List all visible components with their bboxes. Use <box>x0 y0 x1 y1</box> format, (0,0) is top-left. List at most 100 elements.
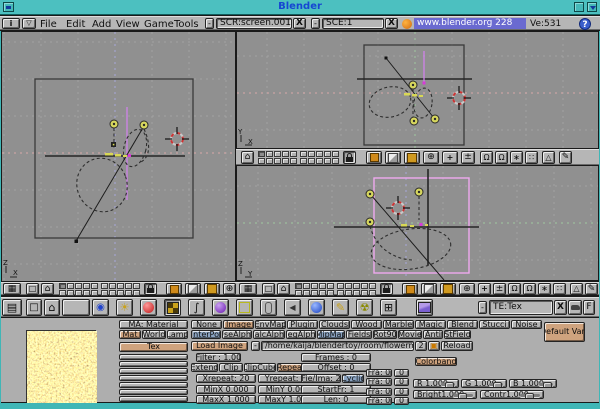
image-select-button[interactable] <box>416 299 433 316</box>
face-select-button[interactable]: △ <box>542 151 555 164</box>
script-buttons-tab[interactable]: ⊞ <box>380 299 397 316</box>
contr-slider[interactable]: Contr1.000 <box>480 390 544 399</box>
radiosity-buttons-tab[interactable]: ☢ <box>356 299 373 316</box>
draw-button[interactable]: ✎ <box>585 283 598 295</box>
textype-marble[interactable]: Marble <box>383 320 414 329</box>
realtime-buttons-tab[interactable] <box>308 299 325 316</box>
auto-name-button[interactable] <box>568 300 582 315</box>
titlebar[interactable]: Blender <box>0 0 600 15</box>
startfr-number[interactable]: StartFr: 1 <box>301 385 371 394</box>
drawtype-menu-button[interactable] <box>185 283 201 295</box>
scene-name-field[interactable]: SCE:1 <box>322 18 384 29</box>
tab-mat[interactable]: Mat <box>119 330 141 339</box>
flag-mipmap[interactable]: MipMap <box>317 330 345 339</box>
mode-menu-button[interactable] <box>402 283 418 295</box>
textype-magic[interactable]: Magic <box>415 320 446 329</box>
flag-interpol[interactable]: InterPol <box>191 330 221 339</box>
texture-channel-empty[interactable] <box>119 368 188 374</box>
anim-buttons-tab[interactable]: ∫ <box>188 299 205 316</box>
fra-number[interactable]: Fra: 0 <box>366 378 392 386</box>
textype-clouds[interactable]: Clouds <box>319 320 350 329</box>
r-slider[interactable]: R 1.000 <box>413 379 459 388</box>
texture-buttons-tab[interactable] <box>164 299 181 316</box>
textype-envmap[interactable]: EnvMap <box>255 320 286 329</box>
menu-tools[interactable]: Tools <box>174 19 199 30</box>
fra-sfra-number[interactable]: 0 <box>394 397 409 405</box>
textype-wood[interactable]: Wood <box>351 320 382 329</box>
layer-buttons[interactable] <box>258 151 297 164</box>
textype-none[interactable]: None <box>191 320 222 329</box>
viewport-top-right[interactable]: Y X <box>237 32 598 148</box>
image-users-button[interactable]: 2 <box>415 341 427 351</box>
texture-channel-empty[interactable] <box>119 389 188 395</box>
textype-plugin[interactable]: Plugin <box>287 320 318 329</box>
pivot-menu-button[interactable] <box>404 151 420 164</box>
fra-number[interactable]: Fra: 0 <box>366 397 392 405</box>
snap-button[interactable]: ∗ <box>510 151 523 164</box>
layer-lock-button[interactable] <box>380 283 393 295</box>
textype-image[interactable]: Image <box>223 320 254 329</box>
g-slider[interactable]: G 1.000 <box>461 379 507 388</box>
global-axes-button[interactable]: ⊕ <box>459 283 475 295</box>
texture-delete-button[interactable]: X <box>554 300 567 315</box>
fra-sfra-number[interactable]: 0 <box>394 378 409 386</box>
lamp-buttons-tab[interactable]: ☀ <box>116 299 133 316</box>
path-collapse-button[interactable]: - <box>251 341 260 351</box>
plus-minus-button[interactable]: ± <box>493 283 506 295</box>
len-number[interactable]: Len: 0 <box>301 395 371 404</box>
menu-game[interactable]: Game <box>144 19 174 30</box>
translate-button[interactable]: + <box>478 283 491 295</box>
colorband-button[interactable]: Colorband <box>415 357 457 366</box>
layer-buttons[interactable] <box>337 283 376 296</box>
material-id-button[interactable]: MA: Material <box>119 320 188 329</box>
menu-add[interactable]: Add <box>92 19 111 30</box>
windowtype-3d-button[interactable]: ▦ <box>239 283 257 295</box>
help-button[interactable]: ? <box>579 18 591 30</box>
proportional-button[interactable]: ∷ <box>553 283 566 295</box>
texture-channel-empty[interactable] <box>119 382 188 388</box>
xrepeat-number[interactable]: Xrepeat: 20 <box>196 374 256 383</box>
shade-button[interactable] <box>587 2 597 12</box>
flag-calcalpha[interactable]: CalcAlpha <box>253 330 285 339</box>
global-axes-button[interactable]: ⊕ <box>423 151 439 164</box>
flag-negalpha[interactable]: NegAlpha <box>286 330 316 339</box>
frames-number[interactable]: Frames : 0 <box>301 353 371 362</box>
maximize-button[interactable]: □ <box>26 283 39 295</box>
rotate-local-button[interactable]: Ω <box>523 283 536 295</box>
fra-sfra-number[interactable]: 0 <box>394 388 409 396</box>
texture-channel-empty[interactable] <box>119 354 188 360</box>
minx-number[interactable]: MinX 0.000 <box>196 385 256 394</box>
view-buttons-tab[interactable]: ◉ <box>92 299 109 316</box>
home-button[interactable]: ⌂ <box>241 151 254 164</box>
home-button[interactable]: ⌂ <box>277 283 290 295</box>
menu-edit[interactable]: Edit <box>66 19 85 30</box>
offset-number[interactable]: Offset : 0 <box>301 363 371 372</box>
rotate-view-button[interactable]: Ω <box>508 283 521 295</box>
viewport-bottom-right[interactable]: Z Y <box>237 166 598 280</box>
scene-delete-button[interactable]: X <box>385 18 398 29</box>
snap-button[interactable]: ∗ <box>538 283 551 295</box>
texture-channel-active[interactable]: Tex <box>119 342 188 352</box>
default-vars-button[interactable]: Default Vars <box>544 322 585 342</box>
bright-slider[interactable]: Bright1.000 <box>413 390 477 399</box>
clip-button[interactable]: Clip <box>219 363 243 372</box>
layer-buttons[interactable] <box>300 151 339 164</box>
texture-channel-empty[interactable] <box>119 396 188 402</box>
paint-buttons-tab[interactable]: ✎ <box>332 299 349 316</box>
clipcube-button[interactable]: ClipCube <box>244 363 276 372</box>
layer-lock-button[interactable] <box>343 151 356 164</box>
screen-name-field[interactable]: SCR:screen.001 <box>216 18 292 29</box>
mode-menu-button[interactable] <box>166 283 182 295</box>
flag-usealpha[interactable]: UseAlpha <box>222 330 252 339</box>
image-path-field[interactable]: /home/kaija/blendertoy/room/flowermeadow… <box>261 341 414 351</box>
viewport-left[interactable]: Z X <box>2 32 235 281</box>
fake-user-button[interactable]: F <box>583 300 595 315</box>
flag-stfield[interactable]: StField <box>444 330 471 339</box>
home-button[interactable]: ⌂ <box>41 283 54 295</box>
texture-channel-empty[interactable] <box>119 361 188 367</box>
layer-buttons[interactable] <box>295 283 334 296</box>
rotate-view-button[interactable]: Ω <box>480 151 493 164</box>
face-select-button[interactable]: △ <box>570 283 583 295</box>
mode-menu-button[interactable] <box>366 151 382 164</box>
constraint-buttons-tab[interactable] <box>260 299 277 316</box>
